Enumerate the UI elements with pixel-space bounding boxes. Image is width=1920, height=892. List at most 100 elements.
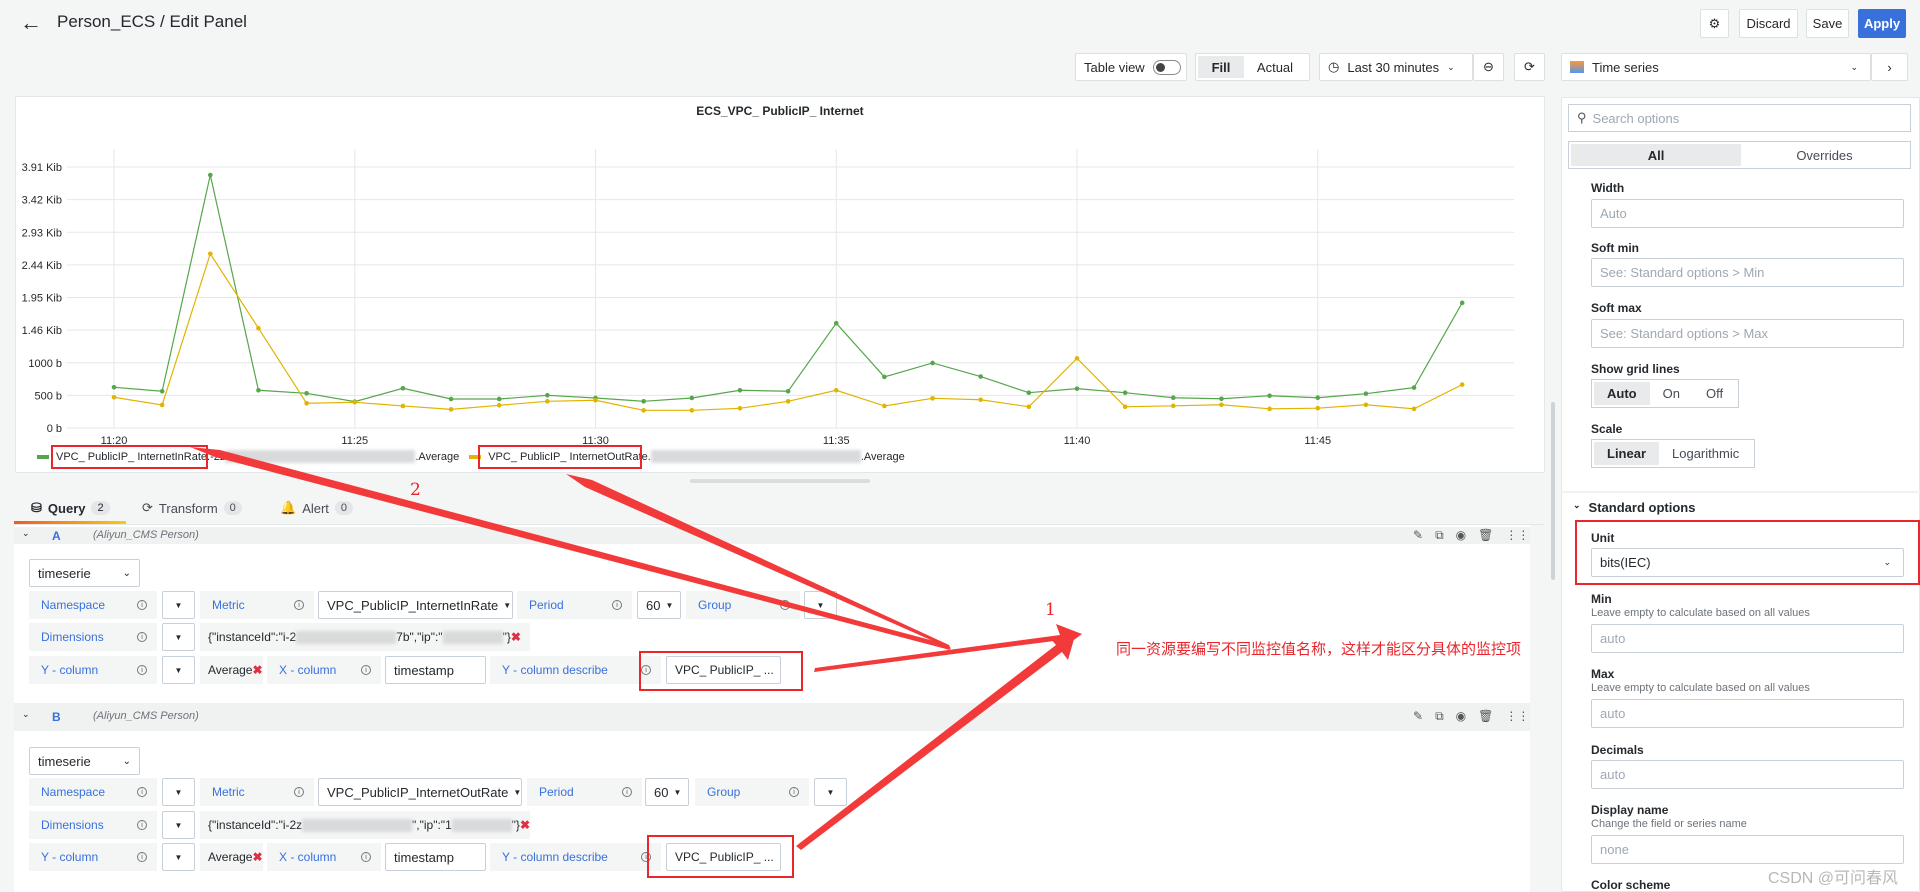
- group-dropdown[interactable]: ▼: [814, 778, 847, 806]
- info-icon: i: [294, 600, 304, 610]
- tab-alert[interactable]: 🔔 Alert 0: [280, 500, 354, 516]
- info-icon: i: [137, 820, 147, 830]
- collapse-chevron-icon[interactable]: ⌄: [22, 528, 30, 539]
- panel-resize-handle[interactable]: [690, 479, 870, 483]
- data-point: [1363, 391, 1369, 396]
- query-type-select[interactable]: timeserie ⌄: [29, 559, 140, 587]
- eye-icon[interactable]: ◉: [1456, 528, 1466, 543]
- decimals-label: Decimals: [1591, 743, 1644, 757]
- x-column-input[interactable]: timestamp: [385, 656, 486, 684]
- discard-button[interactable]: Discard: [1739, 9, 1798, 38]
- namespace-dropdown[interactable]: ▼: [162, 778, 195, 806]
- query-scrollbar[interactable]: [1551, 402, 1555, 580]
- settings-button[interactable]: ⚙: [1700, 9, 1729, 38]
- edit-icon[interactable]: ✎: [1413, 528, 1423, 543]
- drag-handle-icon[interactable]: ⋮⋮: [1505, 709, 1529, 724]
- info-icon: i: [361, 852, 371, 862]
- dimensions-value[interactable]: {"instanceId":"i-2z ","ip":"1 "} ✖: [200, 811, 530, 839]
- width-input[interactable]: Auto: [1591, 199, 1904, 228]
- dimensions-label: Dimensions i: [29, 811, 157, 839]
- metric-select[interactable]: VPC_PublicIP_InternetInRate ▼: [318, 591, 513, 619]
- save-button[interactable]: Save: [1806, 9, 1849, 38]
- dimensions-dropdown[interactable]: ▼: [162, 811, 195, 839]
- data-point: [882, 403, 887, 409]
- grid-on-option[interactable]: On: [1650, 382, 1693, 405]
- section-divider: [1561, 491, 1920, 493]
- data-point: [1171, 395, 1176, 401]
- max-input[interactable]: auto: [1591, 699, 1904, 728]
- data-point: [1267, 393, 1272, 399]
- query-ref[interactable]: B: [52, 710, 61, 724]
- remove-icon[interactable]: ✖: [252, 850, 262, 864]
- period-select[interactable]: 60 ▼: [637, 591, 681, 619]
- data-point: [1026, 390, 1032, 395]
- y-column-value: Average ✖: [200, 656, 263, 684]
- query-ref[interactable]: A: [52, 529, 61, 543]
- soft-min-input[interactable]: See: Standard options > Min: [1591, 258, 1904, 287]
- remove-icon[interactable]: ✖: [252, 663, 262, 677]
- query-header-A[interactable]: ⌄ A (Aliyun_CMS Person) ✎ ⧉ ◉ 🗑 ⋮⋮: [14, 527, 1530, 544]
- grid-off-option[interactable]: Off: [1693, 382, 1736, 405]
- data-point: [496, 396, 502, 402]
- duplicate-icon[interactable]: ⧉: [1435, 528, 1444, 543]
- grid-auto-option[interactable]: Auto: [1594, 382, 1650, 405]
- data-point: [1315, 395, 1321, 401]
- remove-icon[interactable]: ✖: [520, 818, 530, 832]
- max-label: Max: [1591, 667, 1615, 681]
- period-select[interactable]: 60 ▼: [645, 778, 689, 806]
- trash-icon[interactable]: 🗑: [1478, 528, 1493, 543]
- y-tick-label: 3.91 Kib: [22, 162, 62, 174]
- data-point: [304, 400, 309, 406]
- drag-handle-icon[interactable]: ⋮⋮: [1505, 528, 1529, 543]
- dimensions-value[interactable]: {"instanceId":"i-2 7b","ip":" "} ✖: [200, 623, 530, 651]
- data-point: [304, 390, 309, 396]
- data-point: [1026, 404, 1032, 410]
- y-tick-label: 2.93 Kib: [22, 227, 62, 239]
- group-dropdown[interactable]: ▼: [804, 591, 837, 619]
- trash-icon[interactable]: 🗑: [1478, 709, 1493, 724]
- scale-linear-option[interactable]: Linear: [1594, 442, 1660, 465]
- y-tick-label: 3.42 Kib: [22, 195, 62, 207]
- namespace-label: Namespace i: [29, 591, 157, 619]
- dimensions-dropdown[interactable]: ▼: [162, 623, 195, 651]
- duplicate-icon[interactable]: ⧉: [1435, 709, 1444, 724]
- data-point: [111, 384, 117, 390]
- chevron-right-icon: ›: [1887, 59, 1892, 75]
- standard-options-header[interactable]: ⌄ Standard options: [1573, 500, 1695, 515]
- tab-all[interactable]: All: [1571, 144, 1741, 166]
- edit-icon[interactable]: ✎: [1413, 709, 1423, 724]
- collapse-chevron-icon[interactable]: ⌄: [22, 709, 30, 720]
- y-tick-label: 1.46 Kib: [22, 325, 62, 337]
- tab-overrides[interactable]: Overrides: [1741, 144, 1908, 166]
- y-tick-label: 500 b: [34, 390, 62, 402]
- caret-down-icon: ▼: [673, 787, 682, 797]
- query-type-select[interactable]: timeserie ⌄: [29, 747, 140, 775]
- y-column-dropdown[interactable]: ▼: [162, 656, 195, 684]
- data-point: [496, 402, 502, 408]
- query-header-B[interactable]: ⌄ B (Aliyun_CMS Person) ✎ ⧉ ◉ 🗑 ⋮⋮: [14, 703, 1530, 731]
- x-column-label: X - column i: [267, 656, 381, 684]
- options-pane-toggle[interactable]: ›: [1871, 53, 1908, 81]
- period-label: Period i: [527, 778, 642, 806]
- data-point: [111, 394, 117, 400]
- decimals-input[interactable]: auto: [1591, 760, 1904, 789]
- apply-button[interactable]: Apply: [1858, 9, 1906, 38]
- tab-transform[interactable]: ⟳ Transform 0: [142, 500, 242, 516]
- visualization-picker[interactable]: Time series ⌄: [1561, 53, 1871, 81]
- x-column-input[interactable]: timestamp: [385, 843, 486, 871]
- width-label: Width: [1591, 181, 1625, 195]
- namespace-dropdown[interactable]: ▼: [162, 591, 195, 619]
- soft-max-input[interactable]: See: Standard options > Max: [1591, 319, 1904, 348]
- caret-down-icon: ▼: [665, 600, 674, 610]
- display-name-input[interactable]: none: [1591, 835, 1904, 864]
- time-series-chart[interactable]: 0 b 500 b 1000 b 1.46 Kib 1.95 Kib 2.44 Kib 2.…: [0, 0, 1560, 480]
- y-tick-label: 0 b: [47, 423, 62, 435]
- y-column-dropdown[interactable]: ▼: [162, 843, 195, 871]
- remove-icon[interactable]: ✖: [511, 630, 521, 644]
- eye-icon[interactable]: ◉: [1456, 709, 1466, 724]
- tab-query[interactable]: ⛁ Query 2: [31, 500, 110, 516]
- min-input[interactable]: auto: [1591, 624, 1904, 653]
- metric-select[interactable]: VPC_PublicIP_InternetOutRate ▼: [318, 778, 522, 806]
- scale-log-option[interactable]: Logarithmic: [1659, 442, 1752, 465]
- search-options-input[interactable]: ⚲ Search options: [1568, 104, 1911, 132]
